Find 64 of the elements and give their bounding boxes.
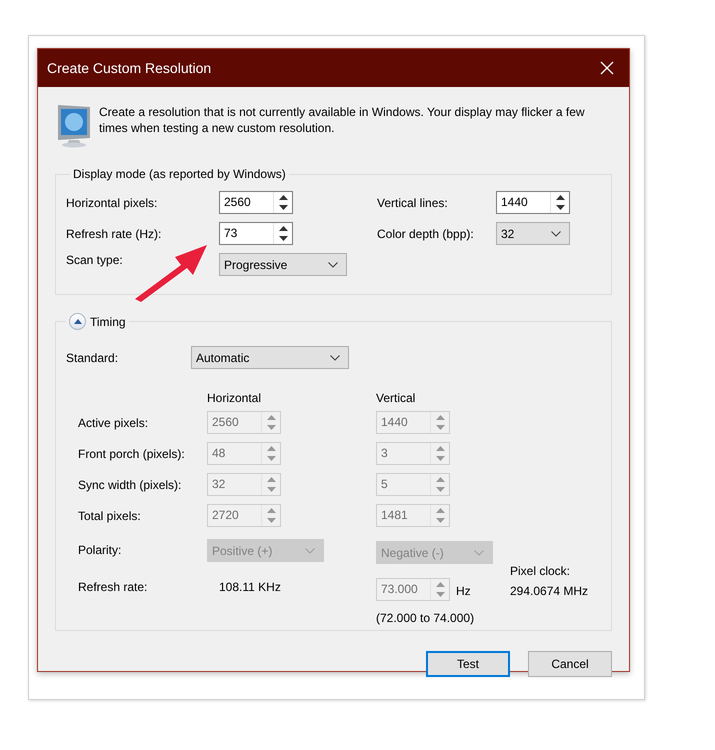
- field-label: Total pixels:: [77, 508, 142, 522]
- down-triangle-icon: [266, 518, 276, 524]
- field-label: Standard:: [66, 350, 120, 364]
- down-triangle-icon: [436, 487, 444, 492]
- down-triangle-icon: [436, 518, 444, 524]
- up-triangle-icon: [436, 446, 444, 451]
- down-triangle-icon: [436, 425, 444, 430]
- up-triangle-icon: [266, 446, 276, 451]
- dropdown[interactable]: 32: [496, 222, 570, 245]
- down-triangle-icon: [278, 205, 288, 210]
- field-label: Active pixels:: [77, 416, 150, 430]
- close-icon: [600, 61, 614, 75]
- up-triangle-icon: [278, 226, 288, 231]
- field-label: Horizontal pixels:: [66, 196, 158, 210]
- field-label: Sync width (pixels):: [77, 478, 182, 492]
- field-label: Color depth (bpp):: [377, 226, 475, 240]
- spin-box[interactable]: 73: [219, 222, 293, 245]
- up-triangle-icon: [74, 319, 82, 324]
- down-triangle-icon: [436, 592, 444, 598]
- dropdown[interactable]: Progressive: [219, 253, 347, 276]
- up-triangle-icon: [436, 508, 444, 513]
- field-label: Scan type:: [66, 253, 124, 267]
- field-label: Refresh rate:: [77, 580, 148, 594]
- up-triangle-icon: [436, 414, 444, 420]
- chevron-icon: [305, 548, 315, 554]
- up-triangle-icon: [278, 194, 288, 200]
- group-title: Display mode (as reported by Windows): [72, 167, 287, 181]
- up-triangle-icon: [266, 476, 276, 482]
- column-header: Horizontal: [207, 391, 262, 405]
- dropdown[interactable]: Automatic: [191, 346, 349, 369]
- chevron-icon: [474, 550, 484, 556]
- pixel-clock-label: Pixel clock:: [510, 564, 572, 578]
- down-triangle-icon: [278, 236, 288, 242]
- pixel-clock-value: 294.0674 MHz: [510, 584, 590, 598]
- unit-label: Hz: [456, 584, 471, 598]
- dialog-button[interactable]: Test: [426, 651, 510, 677]
- monitor-icon: [55, 103, 93, 148]
- up-triangle-icon: [436, 476, 444, 482]
- spin-box[interactable]: 1440: [496, 191, 570, 214]
- up-triangle-icon: [436, 582, 444, 587]
- chevron-icon: [330, 354, 340, 360]
- up-triangle-icon: [266, 414, 276, 420]
- up-triangle-icon: [266, 508, 276, 513]
- field-label: Vertical lines:: [377, 196, 449, 210]
- range-text: (72.000 to 74.000): [376, 611, 476, 625]
- window-title: Create Custom Resolution: [47, 60, 212, 76]
- intro-text: Create a resolution that is not currently available in Windows. Your display may flicker a few times when testing a new custom resolution.: [99, 104, 586, 136]
- chevron-icon: [551, 230, 561, 236]
- field-label: Refresh rate (Hz):: [66, 226, 162, 240]
- up-triangle-icon: [556, 194, 564, 200]
- down-triangle-icon: [266, 456, 276, 462]
- field-label: Front porch (pixels):: [77, 446, 186, 460]
- column-header: Vertical: [376, 391, 416, 405]
- field-label: Polarity:: [77, 542, 122, 556]
- down-triangle-icon: [556, 205, 564, 210]
- down-triangle-icon: [266, 425, 276, 430]
- down-triangle-icon: [436, 456, 444, 462]
- collapse-button[interactable]: [69, 313, 86, 330]
- spin-box[interactable]: 2560: [219, 191, 293, 214]
- dialog-button[interactable]: Cancel: [528, 651, 612, 677]
- down-triangle-icon: [266, 487, 276, 492]
- chevron-icon: [328, 262, 338, 268]
- group-title: Timing: [90, 314, 126, 328]
- horizontal-rate: 108.11 KHz: [218, 580, 282, 594]
